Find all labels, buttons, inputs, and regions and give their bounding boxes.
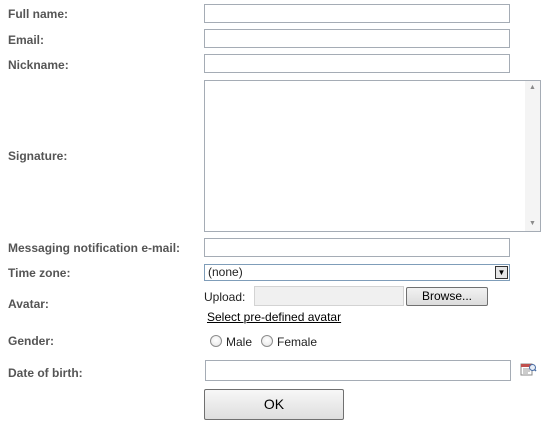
messaging-email-label: Messaging notification e-mail: bbox=[8, 241, 181, 255]
date-of-birth-input[interactable] bbox=[205, 360, 511, 381]
time-zone-select[interactable]: (none) ▼ bbox=[204, 264, 510, 281]
signature-textarea-container: ▲ ▼ bbox=[204, 80, 541, 232]
gender-female-radio[interactable] bbox=[261, 335, 273, 347]
time-zone-selected-value: (none) bbox=[208, 265, 243, 279]
email-input[interactable] bbox=[204, 29, 510, 48]
user-profile-form: Full name: Email: Nickname: Signature: ▲… bbox=[0, 0, 545, 422]
gender-label: Gender: bbox=[8, 334, 55, 348]
nickname-label: Nickname: bbox=[8, 58, 69, 72]
signature-textarea[interactable] bbox=[205, 81, 525, 231]
nickname-input[interactable] bbox=[204, 54, 510, 73]
messaging-email-input[interactable] bbox=[204, 238, 510, 257]
chevron-down-icon[interactable]: ▼ bbox=[495, 266, 508, 279]
scroll-up-arrow-icon[interactable]: ▲ bbox=[525, 81, 540, 95]
upload-label: Upload: bbox=[204, 290, 246, 304]
avatar-file-path-input[interactable] bbox=[254, 286, 404, 306]
time-zone-label: Time zone: bbox=[8, 266, 71, 280]
browse-button[interactable]: Browse... bbox=[406, 287, 488, 306]
gender-female-label[interactable]: Female bbox=[277, 335, 317, 349]
gender-male-radio[interactable] bbox=[210, 335, 222, 347]
signature-scrollbar[interactable]: ▲ ▼ bbox=[525, 81, 540, 231]
avatar-label: Avatar: bbox=[8, 297, 49, 311]
full-name-label: Full name: bbox=[8, 7, 69, 21]
signature-label: Signature: bbox=[8, 149, 68, 163]
scroll-down-arrow-icon[interactable]: ▼ bbox=[525, 217, 540, 231]
calendar-icon[interactable] bbox=[520, 362, 537, 378]
email-label: Email: bbox=[8, 33, 45, 47]
gender-male-label[interactable]: Male bbox=[226, 335, 252, 349]
select-predefined-avatar-link[interactable]: Select pre-defined avatar bbox=[207, 310, 341, 324]
ok-button[interactable]: OK bbox=[204, 389, 344, 420]
date-of-birth-label: Date of birth: bbox=[8, 366, 83, 380]
full-name-input[interactable] bbox=[204, 4, 510, 23]
